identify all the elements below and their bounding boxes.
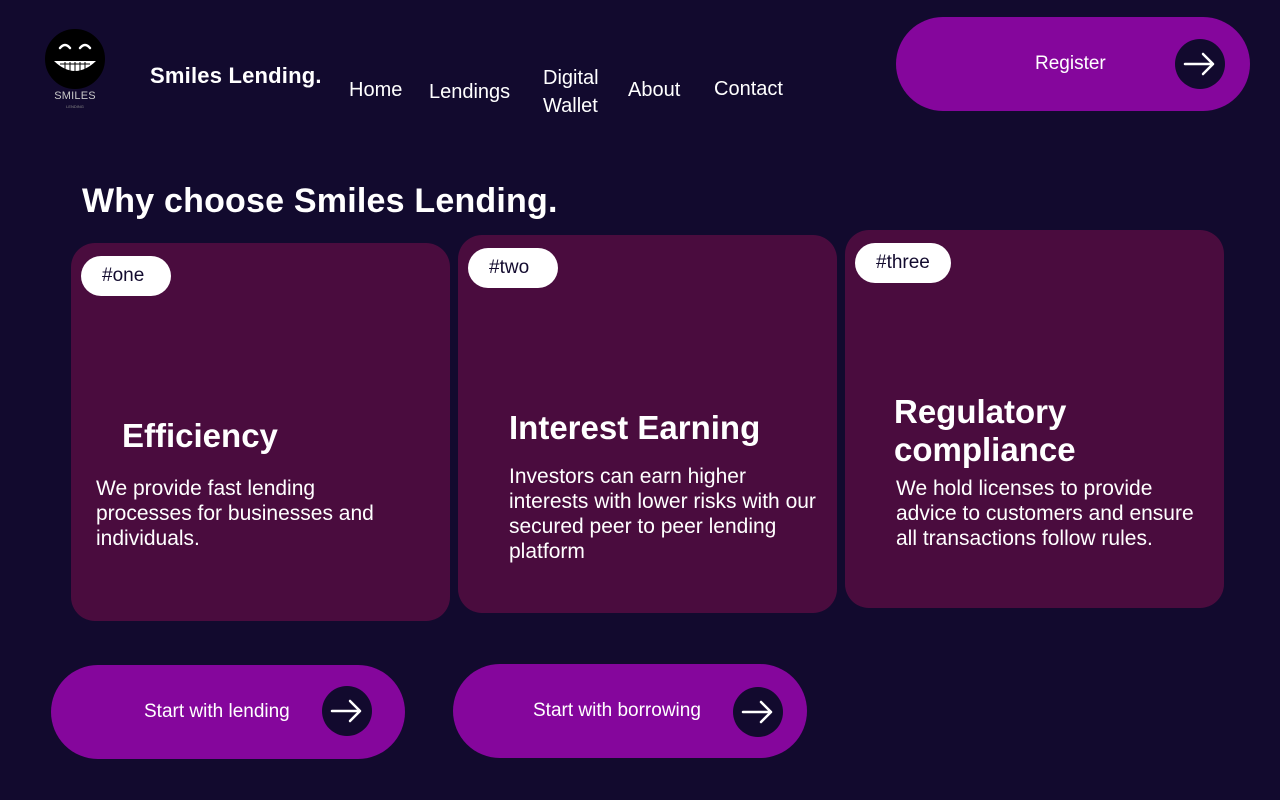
card-title: Regulatory compliance (894, 393, 1076, 468)
feature-card-three: #three Regulatory compliance We hold lic… (845, 230, 1224, 608)
start-lending-button[interactable]: Start with lending (51, 665, 405, 759)
nav-about[interactable]: About (628, 76, 680, 104)
card-title: Interest Earning (509, 409, 761, 446)
arrow-right-icon (322, 686, 372, 736)
card-text: We hold licenses to provide advice to cu… (896, 477, 1194, 550)
arrow-right-icon (1175, 39, 1225, 89)
start-lending-label: Start with lending (144, 701, 290, 722)
landing-page: SMILES LENDING Smiles Lending. Home Lend… (0, 0, 1280, 800)
arrow-right-icon (733, 687, 783, 737)
feature-card-two: #two Interest Earning Investors can earn… (458, 235, 837, 613)
logo-subtext: LENDING (66, 104, 84, 109)
start-borrowing-button[interactable]: Start with borrowing (453, 664, 807, 758)
nav-digital-wallet-line1: Digital (543, 67, 599, 89)
card-text: Investors can earn higher interests with… (509, 465, 816, 563)
register-label: Register (1035, 53, 1106, 74)
smiles-logo[interactable]: SMILES LENDING (40, 28, 110, 112)
nav-lendings[interactable]: Lendings (429, 78, 510, 106)
card-tag: #one (81, 256, 171, 296)
nav-home[interactable]: Home (349, 76, 402, 104)
card-tag: #two (468, 248, 558, 288)
card-title: Efficiency (122, 417, 278, 454)
nav-contact[interactable]: Contact (714, 75, 783, 103)
grinning-face-icon (45, 29, 105, 89)
register-button[interactable]: Register (896, 17, 1250, 111)
brand-name[interactable]: Smiles Lending. (150, 63, 322, 89)
card-tag: #three (855, 243, 951, 283)
feature-card-one: #one Efficiency We provide fast lending … (71, 243, 450, 621)
logo-text: SMILES (54, 90, 96, 102)
section-heading: Why choose Smiles Lending. (82, 182, 558, 220)
nav-digital-wallet[interactable]: Digital Wallet (543, 64, 613, 120)
start-borrowing-label: Start with borrowing (533, 700, 701, 721)
card-text: We provide fast lending processes for bu… (96, 477, 374, 550)
nav-digital-wallet-line2: Wallet (543, 95, 598, 117)
